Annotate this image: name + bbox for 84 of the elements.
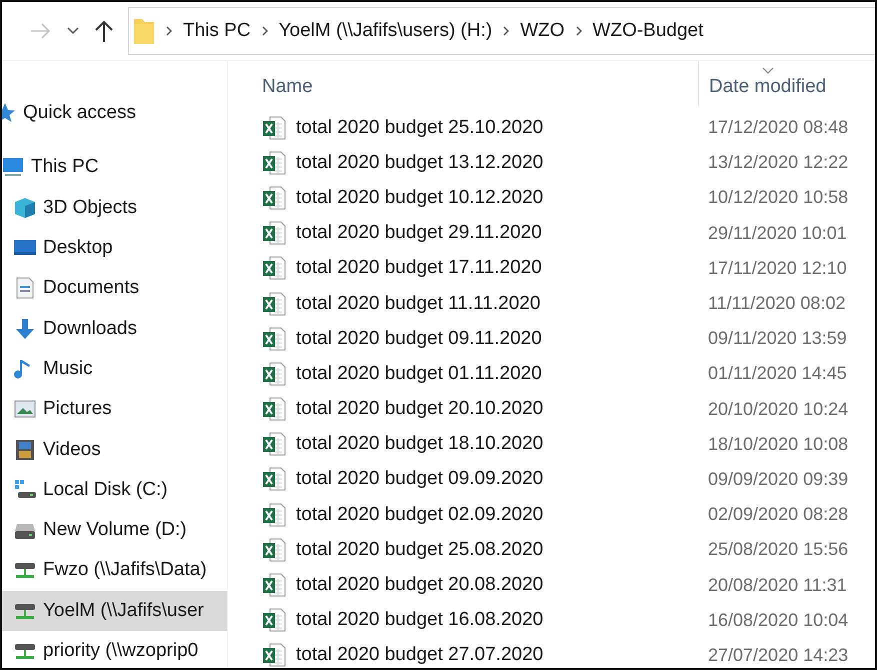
spreadsheet-icon bbox=[262, 432, 286, 456]
spreadsheet-icon bbox=[262, 643, 286, 668]
date-modified: 16/08/2020 10:04 bbox=[708, 610, 848, 631]
spreadsheet-icon bbox=[262, 221, 286, 246]
document-icon bbox=[14, 277, 36, 300]
address-bar[interactable]: This PC YoelM (\\Jafifs\users) (H:) WZO WZO-Budget bbox=[128, 7, 875, 55]
sidebar-item[interactable]: Documents bbox=[2, 268, 227, 308]
date-modified: 01/11/2020 14:45 bbox=[708, 363, 847, 384]
breadcrumb[interactable]: WZO bbox=[520, 20, 565, 42]
date-modified: 25/08/2020 15:56 bbox=[708, 539, 848, 560]
date-modified: 20/08/2020 11:31 bbox=[708, 574, 847, 596]
spreadsheet-icon bbox=[262, 256, 286, 280]
date-modified: 09/11/2020 13:59 bbox=[708, 328, 847, 350]
sidebar-item[interactable]: Desktop bbox=[2, 228, 227, 268]
date-modified: 18/10/2020 10:08 bbox=[708, 434, 848, 455]
sidebar-item[interactable]: New Volume (D:) bbox=[2, 510, 227, 550]
file-name[interactable]: total 2020 budget 29.11.2020 bbox=[262, 221, 708, 246]
sidebar-item[interactable]: Pictures bbox=[2, 389, 227, 430]
file-name[interactable]: total 2020 budget 20.10.2020 bbox=[262, 397, 708, 422]
date-modified: 09/09/2020 09:39 bbox=[708, 468, 848, 490]
date-modified: 20/10/2020 10:24 bbox=[708, 398, 848, 420]
picture-icon bbox=[14, 398, 36, 420]
date-modified: 02/09/2020 08:28 bbox=[708, 504, 848, 526]
chevron-right-icon bbox=[574, 25, 583, 37]
spreadsheet-icon bbox=[262, 467, 286, 492]
file-name[interactable]: total 2020 budget 11.11.2020 bbox=[262, 292, 708, 316]
chevron-right-icon bbox=[502, 25, 510, 37]
file-name[interactable]: total 2020 budget 25.08.2020 bbox=[262, 538, 708, 562]
chevron-right-icon bbox=[165, 25, 173, 37]
breadcrumb[interactable]: YoelM (\\Jafifs\users) (H:) bbox=[278, 20, 492, 42]
spreadsheet-icon bbox=[262, 116, 286, 140]
file-name[interactable]: total 2020 budget 18.10.2020 bbox=[262, 432, 708, 456]
column-header[interactable]: Date modified bbox=[698, 61, 826, 106]
file-name[interactable]: total 2020 budget 01.11.2020 bbox=[262, 362, 708, 386]
sidebar-item[interactable]: Quick access bbox=[2, 93, 227, 134]
file-name[interactable]: total 2020 budget 16.08.2020 bbox=[262, 608, 708, 632]
sidebar-item[interactable]: Downloads bbox=[2, 308, 227, 349]
spreadsheet-icon bbox=[262, 292, 286, 316]
file-name[interactable]: total 2020 budget 10.12.2020 bbox=[262, 186, 708, 210]
file-name[interactable]: total 2020 budget 20.08.2020 bbox=[262, 573, 708, 598]
date-modified: 17/11/2020 12:10 bbox=[708, 258, 847, 279]
date-modified: 10/12/2020 10:58 bbox=[708, 187, 848, 208]
spreadsheet-icon bbox=[262, 362, 286, 386]
sort-caret-icon bbox=[762, 67, 774, 74]
file-name[interactable]: total 2020 budget 13.12.2020 bbox=[262, 150, 708, 175]
sidebar-item[interactable]: This PC bbox=[2, 147, 227, 188]
spreadsheet-icon bbox=[262, 150, 286, 175]
spreadsheet-icon bbox=[262, 573, 286, 598]
file-name[interactable]: total 2020 budget 25.10.2020 bbox=[262, 116, 708, 140]
sidebar-item[interactable]: Local Disk (C:) bbox=[2, 470, 227, 510]
file-name[interactable]: total 2020 budget 02.09.2020 bbox=[262, 502, 708, 527]
chevron-down-icon[interactable] bbox=[66, 26, 80, 36]
breadcrumb[interactable]: This PC bbox=[183, 20, 251, 42]
date-modified: 11/11/2020 08:02 bbox=[708, 293, 846, 314]
sidebar-item[interactable]: Fwzo (\\Jafifs\Data) bbox=[2, 550, 227, 591]
spreadsheet-icon bbox=[262, 538, 286, 562]
film-icon bbox=[14, 438, 36, 461]
sidebar-item[interactable]: Music bbox=[2, 348, 227, 390]
file-name[interactable]: total 2020 budget 09.11.2020 bbox=[262, 326, 708, 351]
column-header[interactable]: Name bbox=[262, 76, 698, 106]
computer-icon bbox=[2, 156, 24, 178]
sidebar-item[interactable]: YoelM (\\Jafifs\user bbox=[2, 590, 227, 631]
spreadsheet-icon bbox=[262, 608, 286, 632]
sidebar-item[interactable]: 3D Objects bbox=[2, 188, 227, 228]
cube-icon bbox=[14, 196, 36, 219]
sidebar-item[interactable]: Videos bbox=[2, 429, 227, 470]
date-modified: 13/12/2020 12:22 bbox=[708, 152, 848, 174]
spreadsheet-icon bbox=[262, 502, 286, 527]
spreadsheet-icon bbox=[262, 326, 286, 351]
date-modified: 17/12/2020 08:48 bbox=[708, 117, 848, 138]
folder-icon bbox=[133, 17, 155, 45]
spreadsheet-icon bbox=[262, 186, 286, 210]
up-arrow-icon[interactable] bbox=[94, 19, 114, 43]
chevron-right-icon bbox=[260, 25, 269, 37]
date-modified: 29/11/2020 10:01 bbox=[708, 222, 847, 244]
file-name[interactable]: total 2020 budget 09.09.2020 bbox=[262, 467, 708, 492]
download-icon bbox=[14, 318, 36, 340]
spreadsheet-icon bbox=[262, 397, 286, 422]
breadcrumb[interactable]: WZO-Budget bbox=[592, 20, 704, 42]
file-name[interactable]: total 2020 budget 27.07.2020 bbox=[262, 643, 708, 668]
date-modified: 27/07/2020 14:23 bbox=[708, 644, 848, 666]
drive-icon bbox=[14, 478, 36, 501]
sidebar-item[interactable]: priority (\\wzoprip0 bbox=[2, 630, 227, 668]
file-name[interactable]: total 2020 budget 17.11.2020 bbox=[262, 256, 708, 280]
